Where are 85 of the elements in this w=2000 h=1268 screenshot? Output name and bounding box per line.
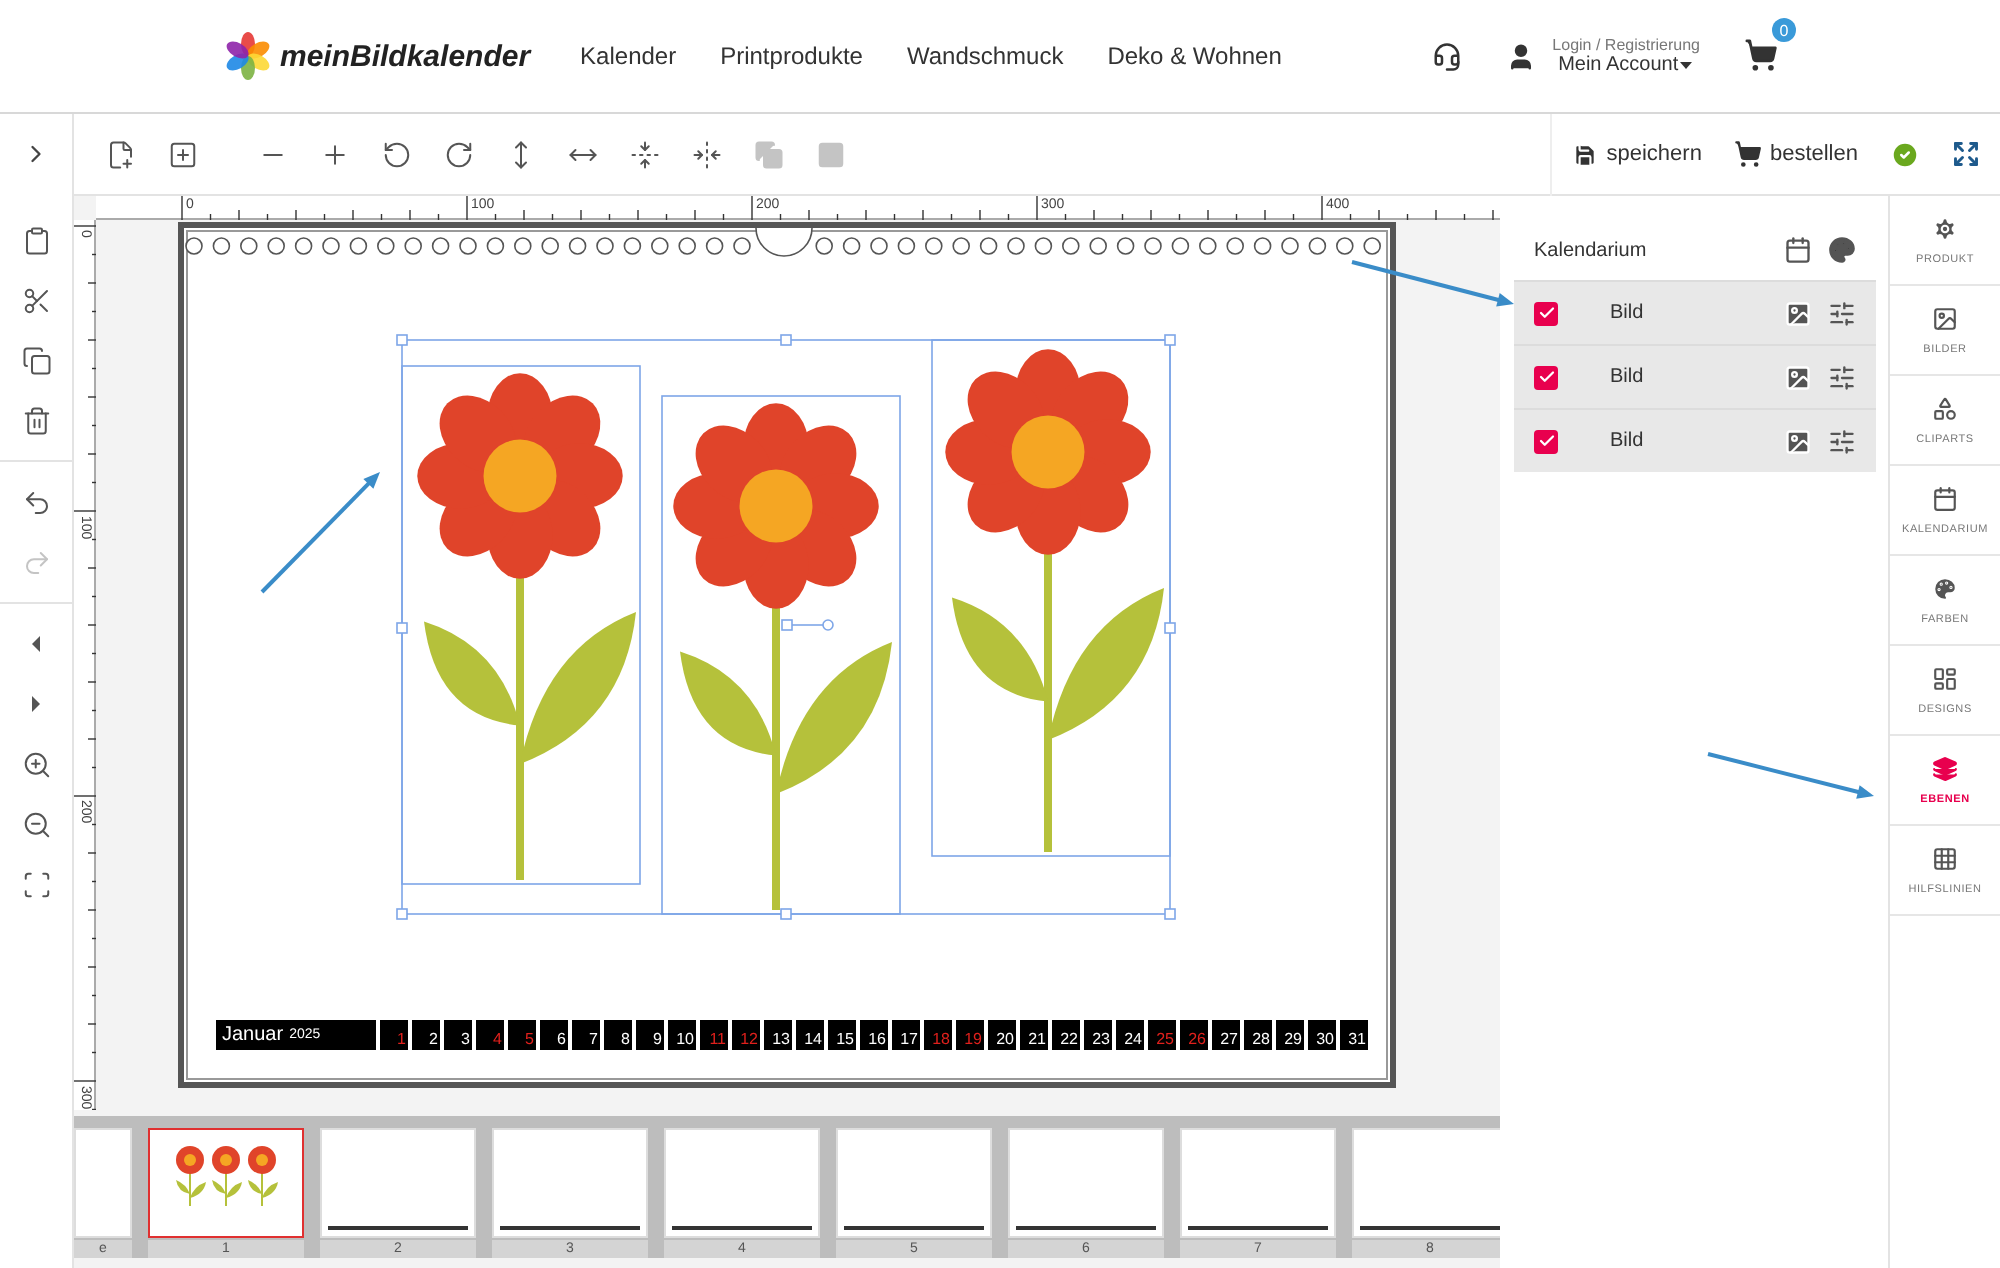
nav-link[interactable]: Wandschmuck [906, 42, 1064, 70]
caret-icon[interactable] [1678, 59, 1695, 71]
hanger-cutout [755, 228, 813, 257]
login-link[interactable]: Login / Registrierung [1552, 36, 1700, 54]
calendar-icon[interactable] [1784, 236, 1812, 264]
layer-label: Bild [1610, 430, 1644, 452]
sliders-icon[interactable] [1828, 427, 1856, 455]
account-menu[interactable]: Mein Account [1558, 54, 1695, 76]
palette-icon[interactable] [1828, 236, 1856, 264]
calendar-day: 27 [1212, 1020, 1240, 1050]
rotate-handle[interactable] [781, 619, 834, 631]
shapes-icon[interactable] [1932, 395, 1958, 421]
user-icon[interactable] [1506, 41, 1537, 71]
order-button[interactable]: bestellen [1733, 140, 1858, 168]
layer-checkbox[interactable] [1534, 429, 1558, 453]
calendar-day: 14 [796, 1020, 824, 1050]
calendar-day: 25 [1148, 1020, 1176, 1050]
calendar-day: 11 [700, 1020, 728, 1050]
resize-handle[interactable] [396, 622, 408, 634]
calendar-day: 17 [892, 1020, 920, 1050]
resize-handle[interactable] [396, 334, 408, 346]
calendar-day: 21 [1020, 1020, 1048, 1050]
layers-icon[interactable] [1932, 755, 1958, 781]
resize-handle[interactable] [1164, 334, 1176, 346]
cart-count-badge: 0 [1772, 18, 1796, 42]
nav-link[interactable]: Deko & Wohnen [1107, 42, 1282, 70]
calendar-day: 16 [860, 1020, 888, 1050]
calendar-day: 23 [1084, 1020, 1112, 1050]
calendar-day: 8 [604, 1020, 632, 1050]
cart-icon[interactable] [1744, 38, 1778, 72]
save-button[interactable]: speichern [1572, 141, 1702, 167]
resize-handle[interactable] [780, 334, 792, 346]
page-thumbnail[interactable] [148, 1128, 304, 1238]
logo-icon [224, 32, 272, 80]
calendar-day: 1 [380, 1020, 408, 1050]
calendar-icon[interactable] [1932, 485, 1958, 511]
calendar-day: 3 [444, 1020, 472, 1050]
resize-handle[interactable] [396, 908, 408, 920]
fullscreen-icon[interactable] [1952, 140, 1980, 168]
check-icon[interactable] [1890, 139, 1920, 169]
layer-label: Bild [1610, 302, 1644, 324]
headset-icon[interactable] [1432, 41, 1463, 71]
layer-row[interactable]: Bild [1514, 408, 1876, 472]
calendar-day: 10 [668, 1020, 696, 1050]
image-icon[interactable] [1932, 305, 1958, 331]
calendar-day: 18 [924, 1020, 952, 1050]
panel-title: Kalendarium [1534, 239, 1647, 261]
calendar-day: 31 [1340, 1020, 1368, 1050]
resize-handle[interactable] [1164, 622, 1176, 634]
calendar-day: 12 [732, 1020, 760, 1050]
calendar-day: 19 [956, 1020, 984, 1050]
layer-checkbox[interactable] [1534, 301, 1558, 325]
group-selection-frame[interactable] [401, 339, 1171, 915]
nav-link[interactable]: Printprodukte [720, 42, 863, 70]
calendar-day: 22 [1052, 1020, 1080, 1050]
calendar-day: 26 [1180, 1020, 1208, 1050]
layout-icon[interactable] [1932, 665, 1958, 691]
calendar-day: 15 [828, 1020, 856, 1050]
grid-icon[interactable] [1932, 845, 1958, 871]
sliders-icon[interactable] [1828, 363, 1856, 391]
calendar-day: 28 [1244, 1020, 1272, 1050]
cart-icon[interactable] [1733, 140, 1762, 168]
sliders-icon[interactable] [1828, 299, 1856, 327]
layer-row[interactable]: Bild [1514, 280, 1876, 344]
calendar-day: 6 [540, 1020, 568, 1050]
nav-link[interactable]: Kalender [580, 42, 677, 70]
gear-icon[interactable] [1932, 215, 1958, 241]
layer-label: Bild [1610, 366, 1644, 388]
layer-checkbox[interactable] [1534, 365, 1558, 389]
resize-handle[interactable] [780, 908, 792, 920]
calendar-day: 9 [636, 1020, 664, 1050]
calendar-day: 29 [1276, 1020, 1304, 1050]
calendar-day: 13 [764, 1020, 792, 1050]
calendar-day: 5 [508, 1020, 536, 1050]
annotation-arrow [260, 472, 380, 594]
save-icon[interactable] [1572, 141, 1599, 167]
layer-row[interactable]: Bild [1514, 344, 1876, 408]
calendar-day: 24 [1116, 1020, 1144, 1050]
logo-text[interactable]: meinBildkalender [280, 39, 531, 73]
resize-handle[interactable] [1164, 908, 1176, 920]
calendar-day: 4 [476, 1020, 504, 1050]
calendar-day: 7 [572, 1020, 600, 1050]
calendar-day: 30 [1308, 1020, 1336, 1050]
calendar-day: 20 [988, 1020, 1016, 1050]
calendar-day: 2 [412, 1020, 440, 1050]
